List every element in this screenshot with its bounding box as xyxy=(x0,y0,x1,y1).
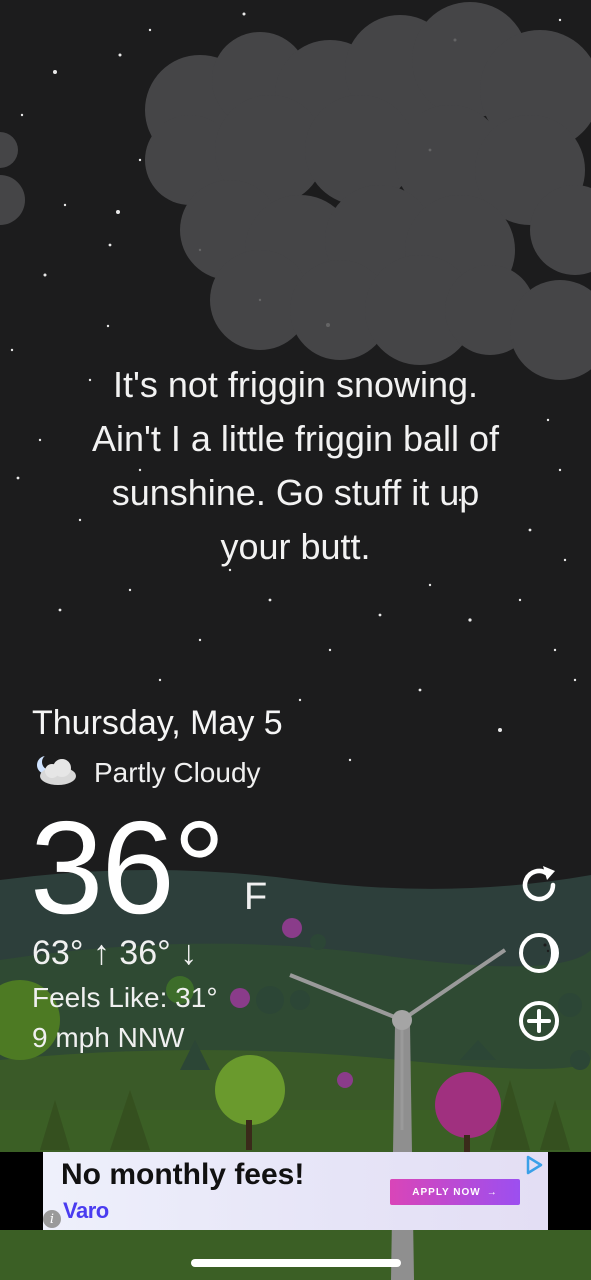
message-line: sunshine. Go stuff it up xyxy=(111,472,480,513)
high-low-temperature: 63° ↑ 36° ↓ xyxy=(32,934,198,972)
weather-message: It's not friggin snowing. Ain't I a litt… xyxy=(30,358,561,574)
ad-banner[interactable]: No monthly fees! Varo APPLY NOW → i xyxy=(43,1152,548,1230)
home-indicator[interactable] xyxy=(191,1259,401,1267)
wind-info: 9 mph NNW xyxy=(32,1022,185,1053)
ad-cta-label: APPLY NOW xyxy=(412,1186,481,1198)
condition-text: Partly Cloudy xyxy=(94,756,261,788)
partly-cloudy-night-icon xyxy=(32,754,80,791)
refresh-icon xyxy=(517,863,561,912)
info-icon[interactable]: i xyxy=(43,1210,61,1228)
arrow-right-icon: → xyxy=(486,1186,498,1198)
condition-row: Partly Cloudy xyxy=(32,754,261,791)
message-line: Ain't I a little friggin ball of xyxy=(91,418,500,459)
date-label: Thursday, May 5 xyxy=(32,704,283,742)
weather-scene-background xyxy=(0,0,591,1280)
ad-brand-logo[interactable]: Varo xyxy=(63,1198,109,1224)
add-location-button[interactable] xyxy=(516,1000,562,1046)
refresh-button[interactable] xyxy=(516,864,562,910)
message-line: It's not friggin snowing. xyxy=(112,364,479,405)
current-temperature: 36° xyxy=(30,794,226,941)
ad-apply-now-button[interactable]: APPLY NOW → xyxy=(390,1179,520,1205)
feels-like: Feels Like: 31° xyxy=(32,982,218,1013)
moon-phase-button[interactable] xyxy=(516,932,562,978)
ad-choices-icon[interactable] xyxy=(523,1154,545,1176)
ad-headline[interactable]: No monthly fees! xyxy=(61,1158,304,1192)
message-line: your butt. xyxy=(220,526,371,567)
add-location-icon xyxy=(517,999,561,1048)
moon-phase-icon xyxy=(517,931,561,980)
temperature-unit: F xyxy=(244,876,268,918)
